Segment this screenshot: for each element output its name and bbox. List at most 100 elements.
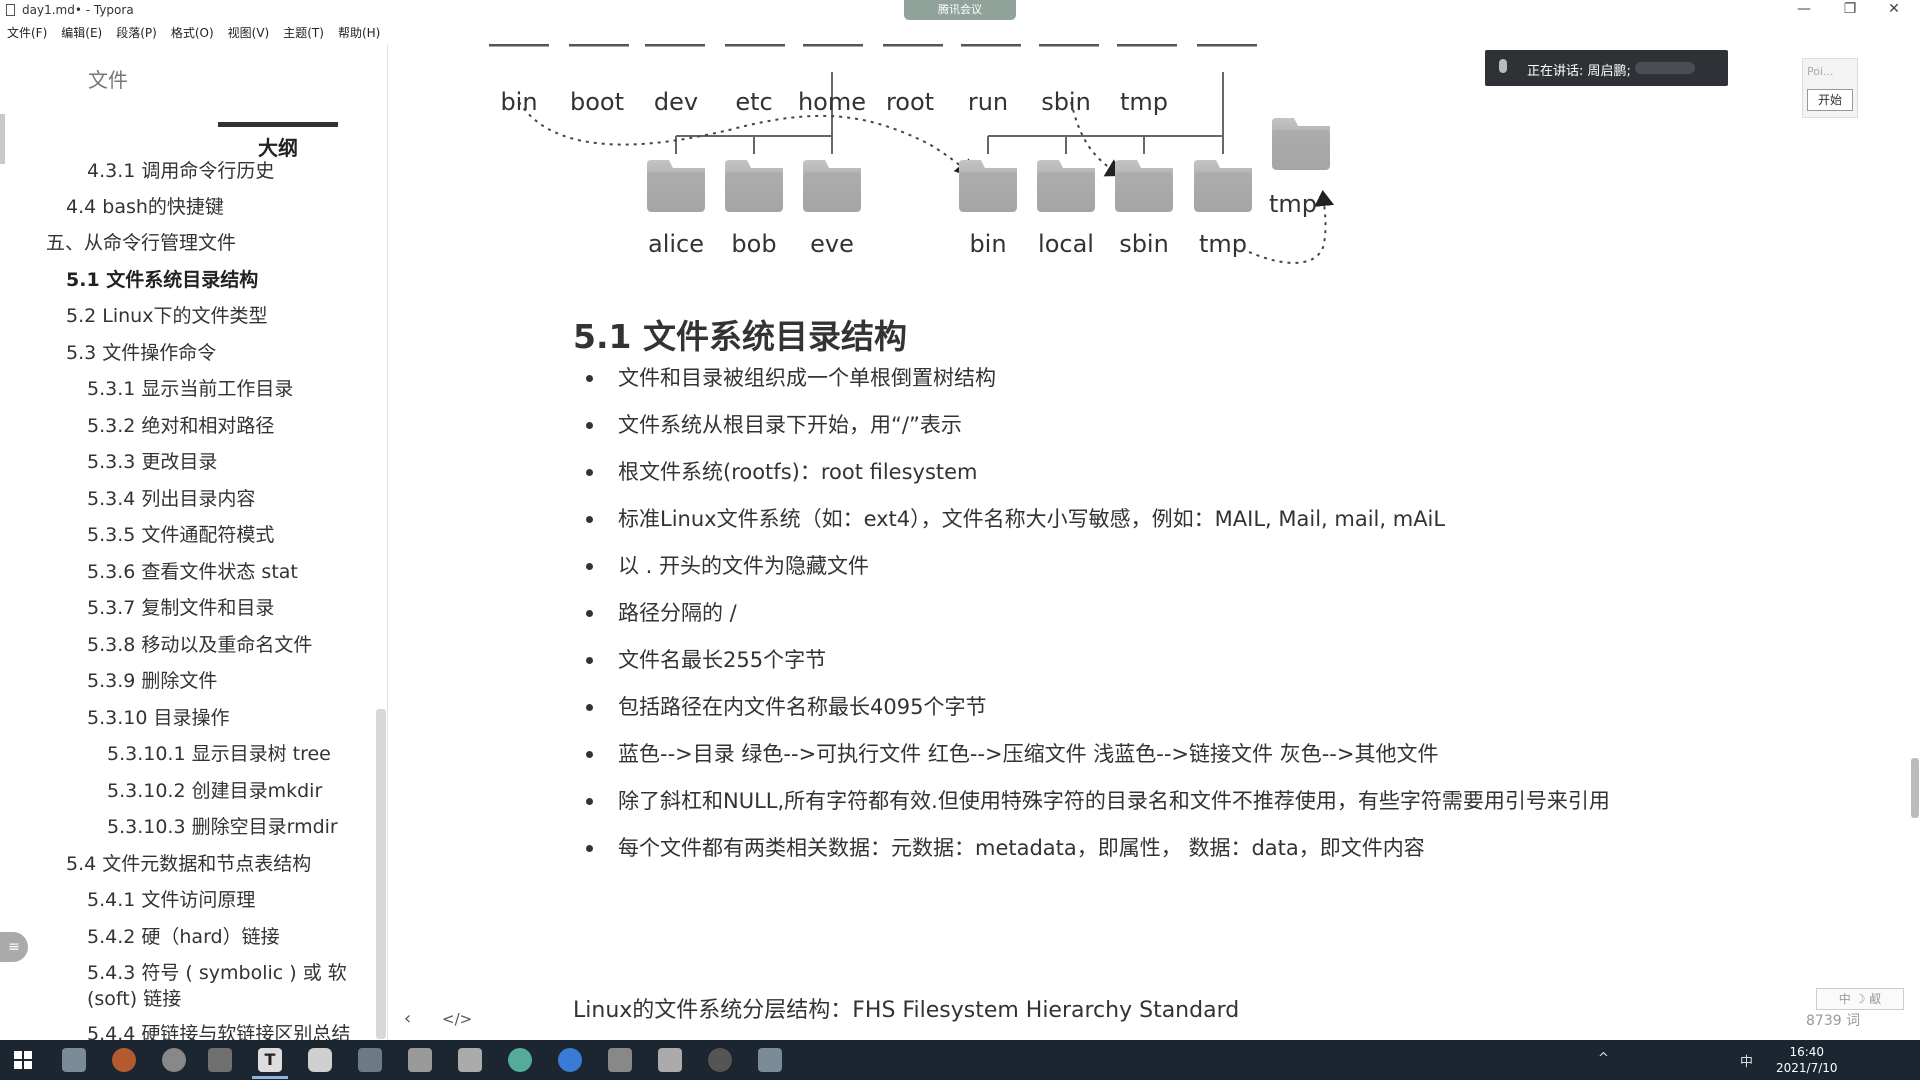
clock-date: 2021/7/10 bbox=[1776, 1061, 1838, 1075]
source-code-toggle[interactable]: </> bbox=[442, 1010, 472, 1028]
close-button[interactable]: ✕ bbox=[1874, 1, 1914, 17]
notes-icon[interactable] bbox=[458, 1048, 482, 1072]
dir-label: etc bbox=[735, 88, 772, 116]
outline-item[interactable]: 5.3.10 目录操作 bbox=[87, 705, 229, 731]
maximize-button[interactable]: ❐ bbox=[1830, 1, 1870, 17]
ime-toolbar[interactable]: 中 ☽ 㕟 bbox=[1816, 988, 1904, 1010]
speaker-avatar bbox=[1635, 62, 1695, 74]
list-item[interactable]: 文件和目录被组织成一个单根倒置树结构 bbox=[573, 360, 1623, 396]
section-heading[interactable]: 5.1 文件系统目录结构 bbox=[573, 310, 907, 358]
active-tab-indicator bbox=[218, 122, 338, 127]
sidebar-scrollbar[interactable] bbox=[376, 709, 386, 1039]
outline-item[interactable]: 4.3.1 调用命令行历史 bbox=[87, 158, 274, 184]
dir-label: bob bbox=[731, 230, 776, 258]
media-icon[interactable] bbox=[708, 1048, 732, 1072]
prev-icon[interactable]: ‹ bbox=[404, 1008, 411, 1029]
typora-app-icon bbox=[6, 4, 15, 16]
chrome-icon[interactable] bbox=[162, 1048, 186, 1072]
list-item[interactable]: 包括路径在内文件名称最长4095个字节 bbox=[573, 689, 1623, 725]
minimize-button[interactable]: — bbox=[1784, 1, 1824, 17]
outline-item[interactable]: 5.3.6 查看文件状态 stat bbox=[87, 559, 298, 585]
file-explorer-icon[interactable] bbox=[208, 1048, 232, 1072]
title-bar: day1.md• - Typora 腾讯会议 — ❐ ✕ bbox=[0, 0, 1920, 22]
outline-item[interactable]: 5.3.5 文件通配符模式 bbox=[87, 522, 274, 548]
outline-item[interactable]: 5.3.2 绝对和相对路径 bbox=[87, 413, 274, 439]
dir-label: dev bbox=[654, 88, 698, 116]
folder-icon bbox=[1037, 160, 1095, 212]
editor-scrollbar[interactable] bbox=[1911, 758, 1919, 818]
outline-item[interactable]: 5.2 Linux下的文件类型 bbox=[66, 303, 267, 329]
browser-icon[interactable] bbox=[508, 1048, 532, 1072]
typora-window: day1.md• - Typora 腾讯会议 — ❐ ✕ 文件(F) 编辑(E)… bbox=[0, 0, 1920, 1080]
outline-item[interactable]: 五、从命令行管理文件 bbox=[46, 230, 236, 256]
menu-edit[interactable]: 编辑(E) bbox=[61, 24, 102, 44]
ie-icon[interactable] bbox=[558, 1048, 582, 1072]
usr-children: bin local sbin tmp bbox=[969, 230, 1247, 258]
menu-paragraph[interactable]: 段落(P) bbox=[116, 24, 157, 44]
list-item[interactable]: 标准Linux文件系统（如：ext4），文件名称大小写敏感，例如：MAIL, M… bbox=[573, 501, 1623, 537]
outline-item[interactable]: 4.4 bash的快捷键 bbox=[66, 194, 224, 220]
folder-icon bbox=[1272, 118, 1330, 170]
outline-item[interactable]: 5.4.1 文件访问原理 bbox=[87, 887, 255, 913]
outline-item[interactable]: 5.3.7 复制文件和目录 bbox=[87, 595, 274, 621]
terminal-icon[interactable] bbox=[408, 1048, 432, 1072]
ime-indicator[interactable]: 中 bbox=[1740, 1051, 1753, 1070]
menu-file[interactable]: 文件(F) bbox=[7, 24, 47, 44]
list-item[interactable]: 路径分隔的 / bbox=[573, 595, 1623, 631]
list-item[interactable]: 文件系统从根目录下开始，用“/”表示 bbox=[573, 407, 1623, 443]
folder-icon bbox=[725, 160, 783, 212]
snip-tool-icon[interactable] bbox=[758, 1048, 782, 1072]
outline-item[interactable]: 5.3.10.2 创建目录mkdir bbox=[107, 778, 322, 804]
outline-item-active[interactable]: 5.1 文件系统目录结构 bbox=[66, 267, 258, 293]
remote-icon[interactable] bbox=[658, 1048, 682, 1072]
menu-view[interactable]: 视图(V) bbox=[228, 24, 270, 44]
outline-item[interactable]: 5.3.8 移动以及重命名文件 bbox=[87, 632, 312, 658]
menu-theme[interactable]: 主题(T) bbox=[283, 24, 324, 44]
speaking-indicator: 正在讲话: 周启鹏; bbox=[1485, 50, 1728, 86]
outline-item[interactable]: 5.4 文件元数据和节点表结构 bbox=[66, 851, 311, 877]
list-item[interactable]: 根文件系统(rootfs)：root filesystem bbox=[573, 454, 1623, 490]
meeting-app-icon[interactable] bbox=[308, 1048, 332, 1072]
outline-item[interactable]: 5.3 文件操作命令 bbox=[66, 340, 216, 366]
list-item[interactable]: 每个文件都有两类相关数据：元数据：metadata，即属性， 数据：data，即… bbox=[573, 830, 1623, 866]
outline-item[interactable]: 5.3.10.1 显示目录树 tree bbox=[107, 741, 331, 767]
outline-item[interactable]: 5.3.1 显示当前工作目录 bbox=[87, 376, 293, 402]
list-item[interactable]: 蓝色-->目录 绿色-->可执行文件 红色-->压缩文件 浅蓝色-->链接文件 … bbox=[573, 736, 1623, 772]
outline-item[interactable]: 5.4.2 硬（hard）链接 bbox=[87, 924, 280, 950]
menu-help[interactable]: 帮助(H) bbox=[338, 24, 380, 44]
dir-label: bin bbox=[969, 230, 1006, 258]
panel-label: Poi... bbox=[1807, 65, 1834, 78]
tab-outline[interactable]: 大纲 bbox=[258, 132, 387, 161]
editor[interactable]: bin boot dev etc home root run sbin tmp bbox=[389, 44, 1920, 1040]
windows-start-icon[interactable] bbox=[14, 1051, 32, 1069]
typora-icon[interactable]: T bbox=[258, 1048, 282, 1072]
folder-icon bbox=[647, 160, 705, 212]
outline-item[interactable]: 5.4.3 符号 ( symbolic ) 或 软 (soft) 链接 bbox=[87, 960, 357, 1012]
outline-item[interactable]: 5.3.3 更改目录 bbox=[87, 449, 217, 475]
start-button[interactable]: 开始 bbox=[1807, 89, 1853, 111]
list-item[interactable]: 文件名最长255个字节 bbox=[573, 642, 1623, 678]
list-item[interactable]: 除了斜杠和NULL,所有字符都有效.但使用特殊字符的目录名和文件不推荐使用，有些… bbox=[573, 783, 1623, 819]
outline-item[interactable]: 5.3.9 删除文件 bbox=[87, 668, 217, 694]
window-switch-icon[interactable] bbox=[358, 1048, 382, 1072]
photos-icon[interactable] bbox=[608, 1048, 632, 1072]
dir-label: tmp bbox=[1269, 190, 1317, 218]
tray-expand-icon[interactable]: ^ bbox=[1598, 1051, 1609, 1066]
status-bar: ‹ </> bbox=[388, 1004, 1920, 1034]
menu-bar: 文件(F) 编辑(E) 段落(P) 格式(O) 视图(V) 主题(T) 帮助(H… bbox=[0, 24, 380, 44]
firefox-icon[interactable] bbox=[112, 1048, 136, 1072]
outline-item[interactable]: 5.3.4 列出目录内容 bbox=[87, 486, 255, 512]
app-snip-icon[interactable] bbox=[62, 1048, 86, 1072]
microphone-icon bbox=[1499, 59, 1507, 73]
clock[interactable]: 16:40 2021/7/10 bbox=[1776, 1044, 1838, 1076]
tab-files[interactable]: 文件 bbox=[88, 64, 128, 93]
menu-format[interactable]: 格式(O) bbox=[171, 24, 214, 44]
speaking-text: 正在讲话: 周启鹏; bbox=[1527, 64, 1631, 79]
dir-label: alice bbox=[648, 230, 704, 258]
meeting-tab[interactable]: 腾讯会议 bbox=[904, 0, 1016, 20]
word-count[interactable]: 8739 词 bbox=[1806, 1010, 1860, 1030]
outline-item[interactable]: 5.3.10.3 删除空目录rmdir bbox=[107, 814, 338, 840]
outline-item[interactable]: 5.4.4 硬链接与软链接区别总结 bbox=[87, 1021, 357, 1040]
dir-label: sbin bbox=[1119, 230, 1169, 258]
list-item[interactable]: 以 . 开头的文件为隐藏文件 bbox=[573, 548, 1623, 584]
